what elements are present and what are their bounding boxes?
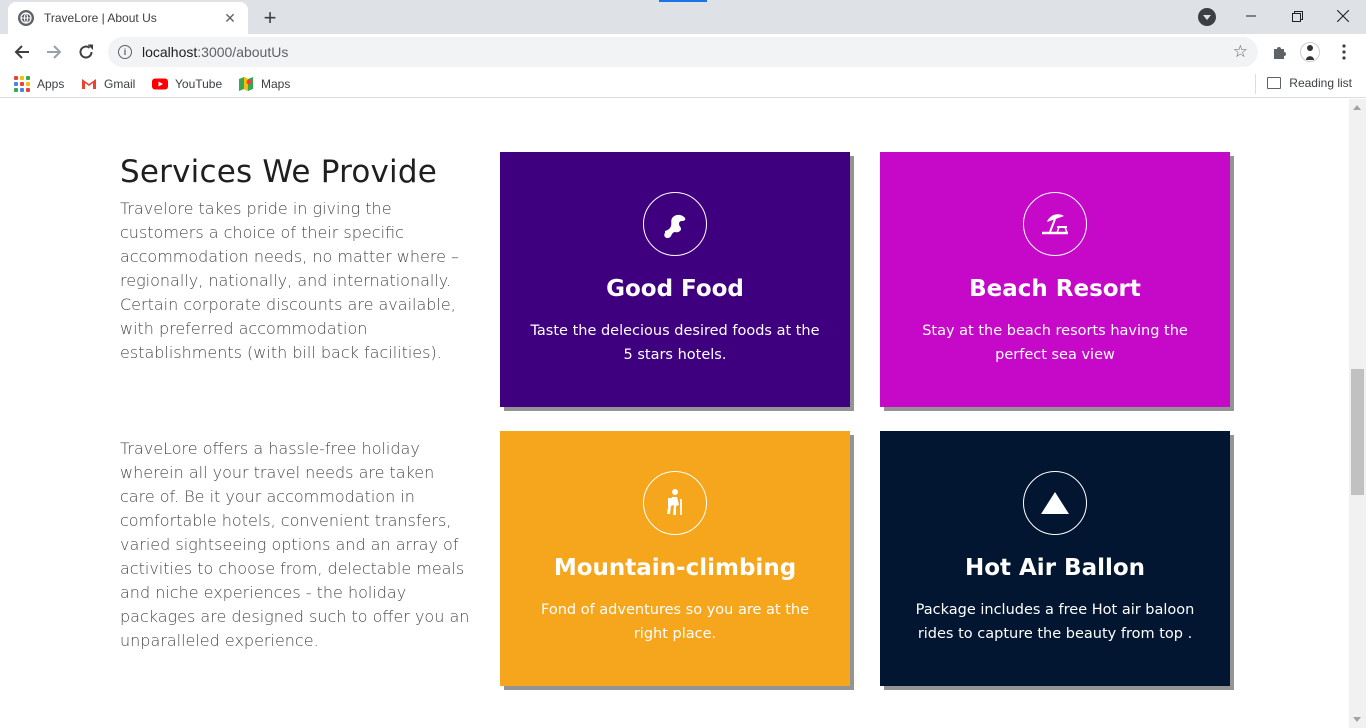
hiker-icon bbox=[643, 471, 707, 535]
mountain-icon bbox=[1023, 471, 1087, 535]
site-info-icon[interactable]: i bbox=[118, 45, 132, 59]
card-description: Package includes a free Hot air baloon r… bbox=[915, 602, 1195, 642]
page-title: Services We Provide bbox=[120, 154, 438, 190]
card-title: Good Food bbox=[606, 276, 744, 302]
url-host: localhost bbox=[142, 44, 198, 60]
card-title: Beach Resort bbox=[969, 276, 1141, 302]
service-card-good-food[interactable]: Good Food Taste the delecious desired fo… bbox=[500, 152, 850, 407]
beach-umbrella-icon bbox=[1023, 192, 1087, 256]
close-tab-icon[interactable]: ✕ bbox=[222, 10, 238, 26]
bookmark-apps[interactable]: Apps bbox=[14, 76, 64, 92]
bookmark-maps[interactable]: Maps bbox=[238, 76, 290, 92]
reload-icon[interactable] bbox=[72, 38, 100, 66]
maps-icon bbox=[239, 77, 253, 91]
card-description: Stay at the beach resorts having the per… bbox=[922, 323, 1188, 363]
services-paragraph-2: TraveLore offers a hassle-free holiday w… bbox=[120, 439, 470, 650]
bookmark-label: Maps bbox=[261, 77, 291, 91]
bookmark-star-icon[interactable]: ☆ bbox=[1233, 42, 1248, 62]
globe-icon bbox=[18, 10, 34, 26]
service-card-beach-resort[interactable]: Beach Resort Stay at the beach resorts h… bbox=[880, 152, 1230, 407]
card-title: Hot Air Ballon bbox=[964, 555, 1146, 581]
reading-list-button[interactable]: Reading list bbox=[1267, 76, 1352, 90]
bookmarks-divider bbox=[1255, 74, 1256, 94]
service-card-mountain-climbing[interactable]: Mountain-climbing Fond of adventures so … bbox=[500, 431, 850, 686]
address-bar[interactable]: i localhost:3000/aboutUs ☆ bbox=[108, 37, 1258, 67]
food-icon bbox=[643, 192, 707, 256]
drag-indicator bbox=[659, 0, 707, 2]
tab-search-icon[interactable] bbox=[1198, 8, 1216, 26]
card-title: Mountain-climbing bbox=[553, 555, 797, 581]
url-path: :3000/aboutUs bbox=[197, 44, 289, 60]
apps-grid-icon bbox=[14, 76, 30, 92]
extensions-puzzle-icon[interactable] bbox=[1270, 42, 1290, 62]
bookmark-label: Apps bbox=[37, 77, 65, 91]
browser-toolbar: i localhost:3000/aboutUs ☆ bbox=[0, 34, 1366, 70]
page-viewport: Services We Provide Travelore takes prid… bbox=[0, 99, 1349, 728]
forward-arrow-icon[interactable] bbox=[40, 38, 68, 66]
reading-list-label: Reading list bbox=[1289, 76, 1352, 90]
restore-button[interactable] bbox=[1274, 0, 1320, 32]
service-card-hot-air-ballon[interactable]: Hot Air Ballon Package includes a free H… bbox=[880, 431, 1230, 686]
page-scrollbar[interactable] bbox=[1349, 99, 1366, 728]
bookmark-gmail[interactable]: Gmail bbox=[81, 76, 135, 92]
close-window-button[interactable] bbox=[1320, 0, 1366, 32]
card-description: Taste the delecious desired foods at the… bbox=[530, 323, 820, 363]
new-tab-button[interactable]: + bbox=[258, 6, 282, 30]
tab-title: TraveLore | About Us bbox=[44, 11, 157, 25]
profile-avatar-icon[interactable] bbox=[1300, 42, 1320, 62]
scroll-up-arrow-icon[interactable] bbox=[1353, 105, 1361, 110]
scrollbar-thumb[interactable] bbox=[1351, 369, 1364, 495]
gmail-icon bbox=[82, 79, 96, 89]
browser-tab[interactable]: TraveLore | About Us ✕ bbox=[8, 2, 248, 34]
card-description: Fond of adventures so you are at the rig… bbox=[541, 602, 809, 642]
bookmark-youtube[interactable]: YouTube bbox=[152, 76, 222, 92]
tab-strip: TraveLore | About Us ✕ + bbox=[0, 0, 1366, 34]
url-text: localhost:3000/aboutUs bbox=[142, 44, 1233, 60]
bookmark-label: YouTube bbox=[175, 77, 223, 91]
reading-list-icon bbox=[1267, 77, 1282, 89]
menu-kebab-icon[interactable] bbox=[1334, 42, 1354, 62]
services-paragraph-1: Travelore takes pride in giving the cust… bbox=[120, 199, 460, 362]
youtube-icon bbox=[152, 78, 168, 90]
bookmarks-bar: Apps Gmail YouTube Maps Reading list bbox=[0, 70, 1366, 98]
scroll-down-arrow-icon[interactable] bbox=[1353, 717, 1361, 722]
minimize-button[interactable] bbox=[1228, 0, 1274, 32]
back-arrow-icon[interactable] bbox=[8, 38, 36, 66]
bookmark-label: Gmail bbox=[104, 77, 136, 91]
